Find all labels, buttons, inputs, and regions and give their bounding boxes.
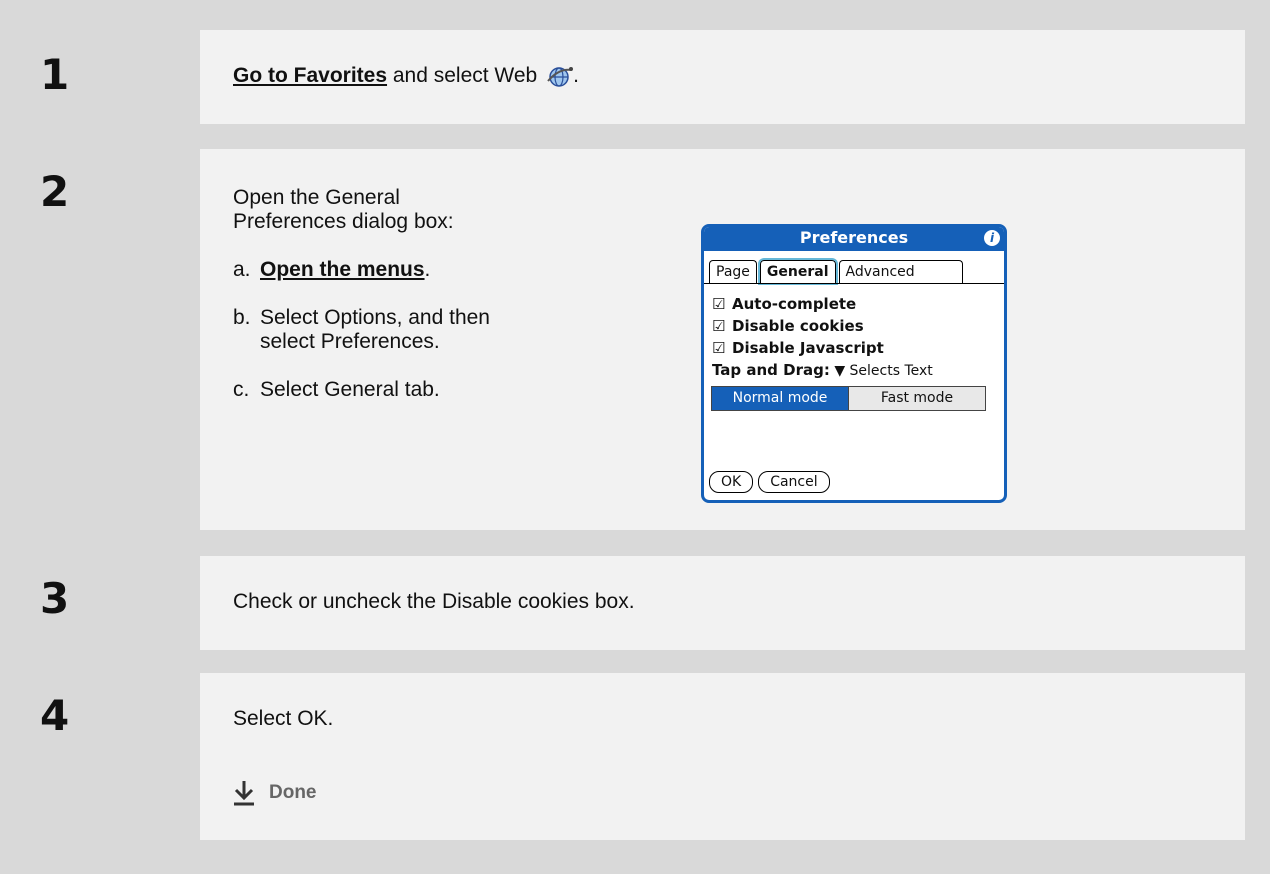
- period: .: [424, 258, 431, 281]
- step-content: Open the General Preferences dialog box:…: [200, 149, 1245, 530]
- disable-cookies-checkbox[interactable]: ☑ Disable cookies: [712, 315, 933, 337]
- tab-advanced[interactable]: Advanced: [838, 260, 963, 283]
- disable-javascript-checkbox[interactable]: ☑ Disable Javascript: [712, 337, 933, 359]
- done-label: Done: [269, 782, 317, 803]
- step-number: 3: [16, 556, 200, 650]
- tap-drag-row: Tap and Drag: ▼ Selects Text: [712, 359, 933, 382]
- step-text: Open the General Preferences dialog box:: [233, 186, 454, 233]
- substep-label: c.: [233, 378, 250, 401]
- preferences-dialog: Preferences i Page General Advanced ☑ Aut…: [701, 224, 1007, 503]
- checkbox-label: Auto-complete: [732, 295, 857, 313]
- tab-divider: [704, 283, 1004, 284]
- substep-c: c. Select General tab.: [233, 378, 530, 402]
- step-number: 4: [16, 673, 200, 840]
- dropdown-triangle-icon: ▼: [834, 363, 846, 379]
- step-1: 1 Go to Favorites and select Web .: [16, 30, 1245, 124]
- tab-page[interactable]: Page: [709, 260, 757, 283]
- tab-bar: Page General Advanced: [709, 258, 966, 285]
- substep-label: a.: [233, 258, 251, 281]
- substep-b: b. Select Options, and then select Prefer…: [233, 306, 530, 354]
- step-2: 2 Open the General Preferences dialog bo…: [16, 149, 1245, 530]
- substep-label: b.: [233, 306, 251, 329]
- period: .: [573, 64, 579, 87]
- checkbox-checked-icon: ☑: [712, 339, 726, 357]
- go-to-favorites-link[interactable]: Go to Favorites: [233, 64, 387, 87]
- tap-drag-label: Tap and Drag:: [712, 361, 830, 379]
- cancel-button[interactable]: Cancel: [758, 471, 830, 493]
- substep-text: Select General tab.: [260, 378, 440, 401]
- step-number: 1: [16, 30, 200, 124]
- auto-complete-checkbox[interactable]: ☑ Auto-complete: [712, 293, 933, 315]
- dialog-title: Preferences: [799, 228, 909, 247]
- open-the-menus-link[interactable]: Open the menus: [260, 258, 425, 281]
- step-3: 3 Check or uncheck the Disable cookies b…: [16, 556, 1245, 650]
- done-marker: Done: [233, 780, 317, 806]
- step-text: and select Web: [387, 64, 544, 87]
- options-list: ☑ Auto-complete ☑ Disable cookies ☑ Disable…: [712, 293, 933, 382]
- dialog-title-bar: Preferences i: [704, 227, 1004, 251]
- tap-drag-dropdown[interactable]: ▼ Selects Text: [834, 363, 932, 379]
- dialog-buttons: OK Cancel: [709, 471, 835, 493]
- mode-selector: Normal mode Fast mode: [711, 386, 986, 411]
- step-content: Go to Favorites and select Web .: [200, 30, 1245, 124]
- web-globe-icon: [547, 64, 574, 94]
- tap-drag-value: Selects Text: [849, 363, 933, 379]
- normal-mode-button[interactable]: Normal mode: [712, 387, 848, 410]
- substep-a: a. Open the menus.: [233, 258, 530, 282]
- info-icon[interactable]: i: [984, 230, 1000, 246]
- tab-general[interactable]: General: [757, 258, 838, 285]
- checkbox-label: Disable cookies: [732, 317, 864, 335]
- step-number: 2: [16, 149, 200, 530]
- substep-text: Select Options, and then select Preferen…: [260, 306, 490, 353]
- ok-button[interactable]: OK: [709, 471, 754, 493]
- step-text: Select OK.: [233, 707, 334, 730]
- step-content: Select OK. Done: [200, 673, 1245, 840]
- checkbox-label: Disable Javascript: [732, 339, 884, 357]
- down-arrow-icon: [234, 781, 254, 806]
- checkbox-checked-icon: ☑: [712, 295, 726, 313]
- step-4: 4 Select OK. Done: [16, 673, 1245, 840]
- step-content: Check or uncheck the Disable cookies box…: [200, 556, 1245, 650]
- fast-mode-button[interactable]: Fast mode: [848, 387, 985, 410]
- checkbox-checked-icon: ☑: [712, 317, 726, 335]
